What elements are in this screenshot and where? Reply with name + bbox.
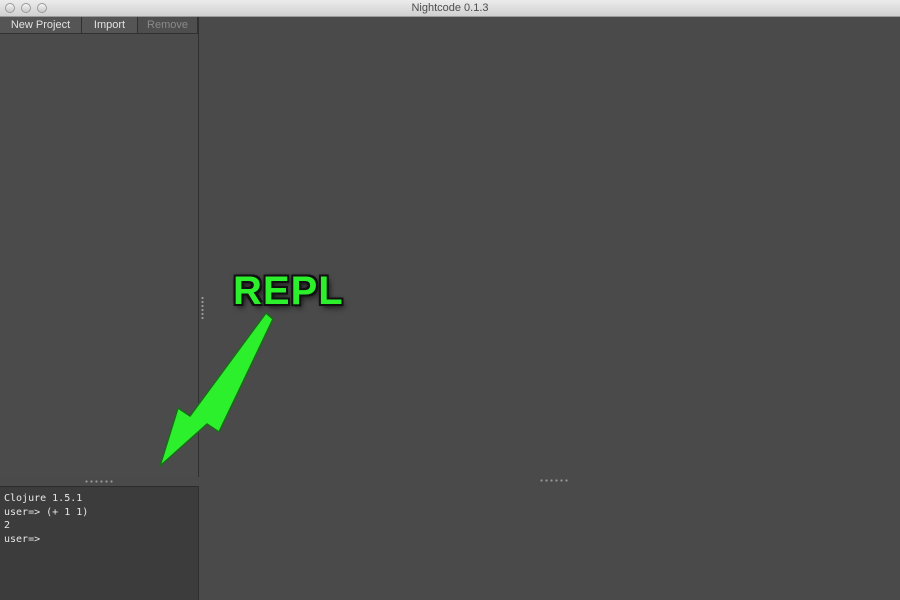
repl-prompt: user=> xyxy=(4,533,41,545)
repl-console[interactable]: Clojure 1.5.1 user=> (+ 1 1) 2 user=> xyxy=(0,486,199,600)
new-project-button[interactable]: New Project xyxy=(0,17,82,34)
import-button[interactable]: Import xyxy=(82,17,138,34)
editor-build-split-handle[interactable] xyxy=(207,477,900,485)
repl-line: Clojure 1.5.1 xyxy=(4,493,83,504)
split-grip-icon xyxy=(84,480,114,483)
split-grip-icon xyxy=(539,479,569,482)
annotation-arrow-icon xyxy=(159,312,274,467)
vertical-split-handle[interactable] xyxy=(199,17,207,600)
title-bar: Nightcode 0.1.3 xyxy=(0,0,900,17)
window-title: Nightcode 0.1.3 xyxy=(411,2,489,14)
repl-line: 2 xyxy=(4,520,11,531)
repl-line: user=> (+ 1 1) xyxy=(4,506,89,518)
annotation-label: REPL xyxy=(233,269,344,313)
remove-button[interactable]: Remove xyxy=(138,17,198,34)
project-toolbar: New Project Import Remove xyxy=(0,17,198,34)
